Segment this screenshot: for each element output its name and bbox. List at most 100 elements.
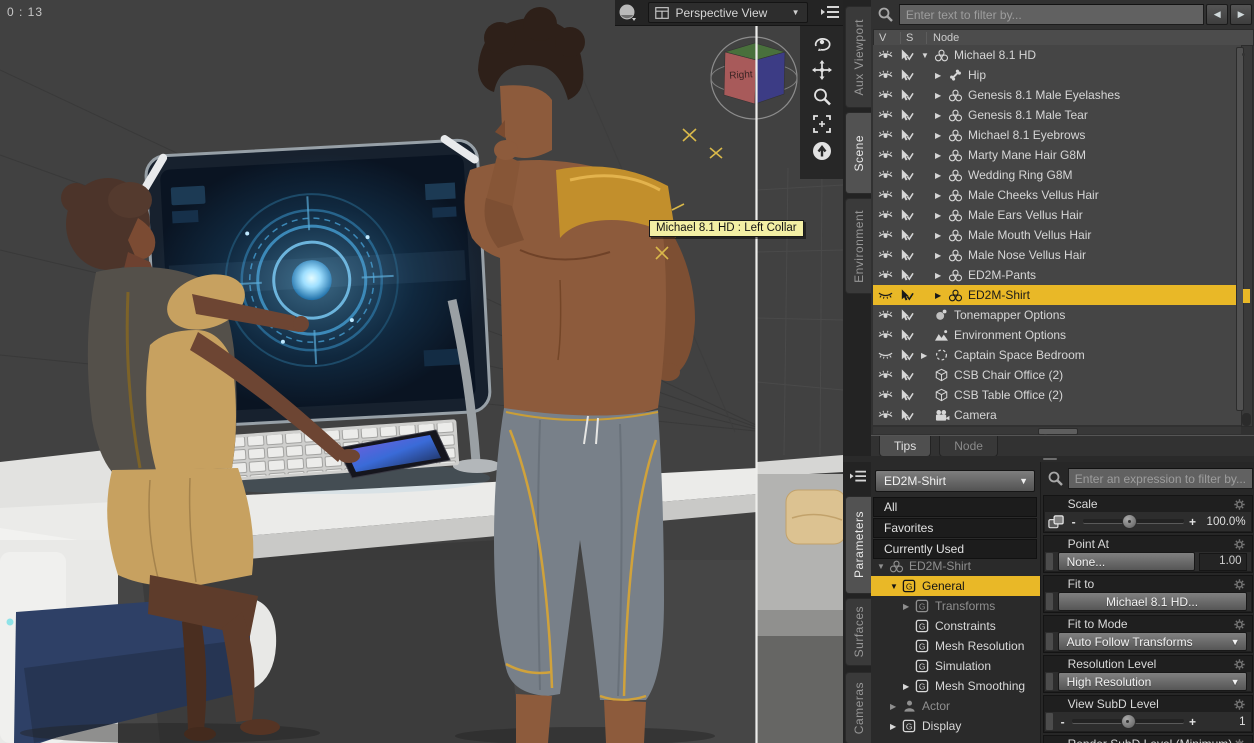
tab-surfaces[interactable]: Surfaces xyxy=(845,598,871,666)
drag-handle[interactable] xyxy=(1045,553,1053,570)
expand-arrow[interactable]: ▼ xyxy=(877,562,889,571)
slider-track[interactable] xyxy=(1071,714,1184,729)
pointer-check-icon[interactable] xyxy=(899,127,921,143)
scene-node-row[interactable]: ▼ Michael 8.1 HD xyxy=(873,45,1241,65)
expand-arrow[interactable]: ▶ xyxy=(935,71,948,80)
eye-open-icon[interactable] xyxy=(878,407,899,423)
pointer-check-icon[interactable] xyxy=(899,167,921,183)
scene-node-row[interactable]: ▶ Captain Space Bedroom xyxy=(873,345,1241,365)
scene-node-row[interactable]: ▶ Male Ears Vellus Hair xyxy=(873,205,1241,225)
eye-open-icon[interactable] xyxy=(878,107,899,123)
view-filter-favorites[interactable]: Favorites xyxy=(873,518,1037,538)
scene-node-row[interactable]: ▶ Genesis 8.1 Male Eyelashes xyxy=(873,85,1241,105)
bottom-tab-node[interactable]: Node xyxy=(939,436,998,457)
gear-icon[interactable] xyxy=(1233,617,1249,631)
drag-handle[interactable] xyxy=(1045,713,1053,730)
scene-node-row[interactable]: ▶ Wedding Ring G8M xyxy=(873,165,1241,185)
pointer-check-icon[interactable] xyxy=(899,307,921,323)
group-row-general[interactable]: ▼ G General xyxy=(871,576,1040,596)
pointer-check-icon[interactable] xyxy=(899,187,921,203)
expand-arrow[interactable]: ▶ xyxy=(935,251,948,260)
pointer-check-icon[interactable] xyxy=(899,327,921,343)
eye-open-icon[interactable] xyxy=(878,307,899,323)
frame-button[interactable] xyxy=(807,110,837,137)
scene-node-row[interactable]: ▶ Male Nose Vellus Hair xyxy=(873,245,1241,265)
expand-arrow[interactable]: ▶ xyxy=(935,271,948,280)
column-node[interactable]: Node xyxy=(927,32,959,44)
expand-arrow[interactable]: ▶ xyxy=(935,231,948,240)
expand-arrow[interactable]: ▼ xyxy=(890,582,902,591)
eye-open-icon[interactable] xyxy=(878,147,899,163)
gear-icon[interactable] xyxy=(1233,657,1249,671)
pointer-check-icon[interactable] xyxy=(899,347,921,363)
tab-parameters[interactable]: Parameters xyxy=(845,496,871,594)
eye-open-icon[interactable] xyxy=(878,87,899,103)
scene-node-row[interactable]: CSB Table Office (2) xyxy=(873,385,1241,405)
pointer-check-icon[interactable] xyxy=(899,87,921,103)
pointer-check-icon[interactable] xyxy=(899,387,921,403)
group-row-simulation[interactable]: G Simulation xyxy=(871,656,1040,676)
parameter-filter-input[interactable] xyxy=(1067,468,1253,489)
scene-node-row[interactable]: ▶ ED2M-Shirt xyxy=(873,285,1241,305)
parameter-settings-icon[interactable] xyxy=(1045,513,1067,531)
group-row-mesh-resolution[interactable]: G Mesh Resolution xyxy=(871,636,1040,656)
scene-node-row[interactable]: ▶ Michael 8.1 Eyebrows xyxy=(873,125,1241,145)
filter-back-button[interactable]: ◀ xyxy=(1206,4,1229,25)
slider-decrement-button[interactable]: - xyxy=(1068,515,1080,529)
scene-node-row[interactable]: ▶ Hip xyxy=(873,65,1241,85)
drag-handle[interactable] xyxy=(1045,593,1053,610)
view-filter-all[interactable]: All xyxy=(873,497,1037,517)
pan-button[interactable] xyxy=(807,56,837,83)
expand-arrow[interactable]: ▶ xyxy=(921,351,934,360)
pointer-check-icon[interactable] xyxy=(899,227,921,243)
property-value-field[interactable]: 1.00 xyxy=(1198,552,1247,571)
scene-node-row[interactable]: ▶ ED2M-Pants xyxy=(873,265,1241,285)
orbit-button[interactable] xyxy=(807,29,837,56)
eye-open-icon[interactable] xyxy=(878,227,899,243)
filter-forward-button[interactable]: ▶ xyxy=(1230,4,1253,25)
eye-open-icon[interactable] xyxy=(878,127,899,143)
pointer-check-icon[interactable] xyxy=(899,147,921,163)
none-button[interactable]: None... xyxy=(1057,552,1195,571)
expand-arrow[interactable]: ▶ xyxy=(935,171,948,180)
group-row-actor[interactable]: ▶ Actor xyxy=(871,696,1040,716)
eye-open-icon[interactable] xyxy=(878,67,899,83)
pointer-check-icon[interactable] xyxy=(899,287,921,303)
slider-increment-button[interactable]: + xyxy=(1187,715,1199,729)
column-selectability[interactable]: S xyxy=(901,31,927,44)
search-icon[interactable] xyxy=(873,4,899,26)
tab-cameras[interactable]: Cameras xyxy=(845,672,871,743)
expand-arrow[interactable]: ▼ xyxy=(921,51,934,60)
drag-handle[interactable] xyxy=(1045,673,1053,690)
gear-icon[interactable] xyxy=(1233,697,1249,711)
tab-environment[interactable]: Environment xyxy=(845,198,871,294)
tab-scene[interactable]: Scene xyxy=(845,112,871,194)
slider-decrement-button[interactable]: - xyxy=(1057,715,1069,729)
bottom-tab-tips[interactable]: Tips xyxy=(879,436,932,457)
eye-open-icon[interactable] xyxy=(878,367,899,383)
gear-icon[interactable] xyxy=(1233,497,1249,511)
eye-open-icon[interactable] xyxy=(878,187,899,203)
scene-node-row[interactable]: ▶ Male Mouth Vellus Hair xyxy=(873,225,1241,245)
expand-arrow[interactable]: ▶ xyxy=(890,722,902,731)
scene-node-row[interactable]: Camera xyxy=(873,405,1241,425)
tab-aux-viewport[interactable]: Aux Viewport xyxy=(845,6,871,108)
group-row-transforms[interactable]: ▶ G Transforms xyxy=(871,596,1040,616)
expand-arrow[interactable]: ▶ xyxy=(935,111,948,120)
pointer-check-icon[interactable] xyxy=(899,67,921,83)
viewport-menu-button[interactable] xyxy=(818,2,843,24)
scrollbar-thumb[interactable] xyxy=(1038,428,1078,437)
scene-node-row[interactable]: Tonemapper Options xyxy=(873,305,1241,325)
scene-filter-input[interactable] xyxy=(898,4,1205,25)
eye-open-icon[interactable] xyxy=(878,207,899,223)
eye-open-icon[interactable] xyxy=(878,167,899,183)
group-row-ed2m-shirt[interactable]: ▼ ED2M-Shirt xyxy=(871,556,1040,576)
bench-prop[interactable] xyxy=(757,455,843,743)
expand-arrow[interactable]: ▶ xyxy=(935,91,948,100)
eye-closed-icon[interactable] xyxy=(878,287,899,303)
group-row-display[interactable]: ▶ G Display xyxy=(871,716,1040,736)
group-row-mesh-smoothing[interactable]: ▶ G Mesh Smoothing xyxy=(871,676,1040,696)
view-cube[interactable] xyxy=(710,36,798,120)
scrollbar-knob[interactable] xyxy=(1242,413,1251,426)
gear-icon[interactable] xyxy=(1233,737,1249,743)
